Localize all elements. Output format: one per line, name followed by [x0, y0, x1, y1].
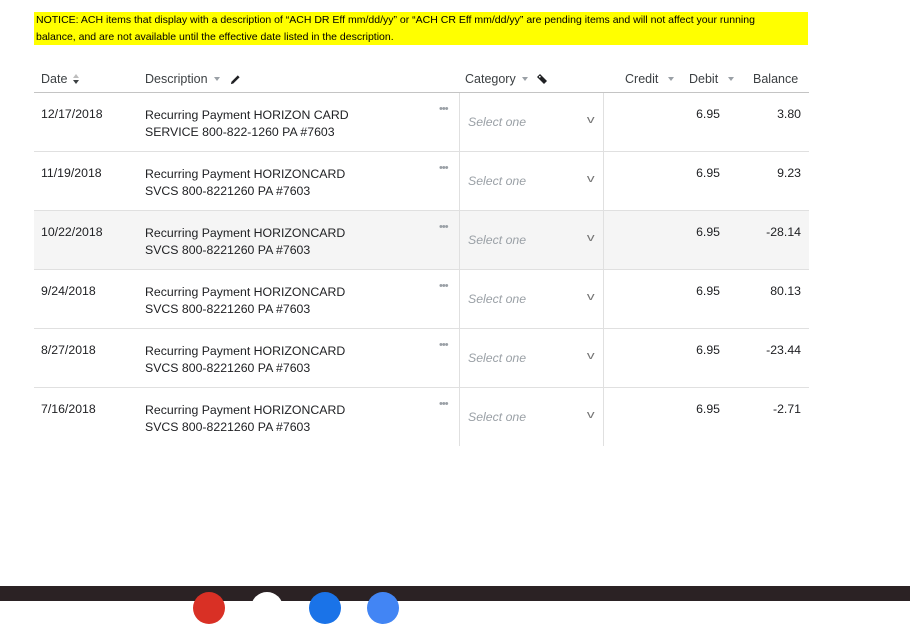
dock-app-icon[interactable] — [251, 592, 283, 624]
category-filter-caret-icon[interactable] — [521, 77, 528, 81]
category-select[interactable]: Select one v — [459, 211, 604, 269]
tag-icon[interactable] — [536, 73, 548, 85]
transaction-date: 11/19/2018 — [41, 166, 102, 180]
table-row[interactable]: 7/16/2018 Recurring Payment HORIZONCARD … — [34, 388, 809, 446]
category-placeholder: Select one — [468, 233, 527, 247]
description-line-1: Recurring Payment HORIZONCARD — [145, 167, 346, 181]
dock-app-icon[interactable] — [367, 592, 399, 624]
debit-amount: 6.95 — [696, 343, 720, 357]
description-filter-caret-icon[interactable] — [213, 77, 220, 81]
balance-header-label: Balance — [753, 72, 799, 86]
transaction-description: Recurring Payment HORIZONCARD SVCS 800-8… — [145, 284, 345, 318]
debit-amount: 6.95 — [696, 107, 720, 121]
balance-column-header: Balance — [753, 72, 798, 86]
transaction-date: 8/27/2018 — [41, 343, 96, 357]
debit-amount: 6.95 — [696, 284, 720, 298]
notice-line-2: balance, and are not available until the… — [36, 31, 394, 43]
debit-amount: 6.95 — [696, 402, 720, 416]
notice-line-1: NOTICE: ACH items that display with a de… — [36, 14, 755, 26]
transaction-description: Recurring Payment HORIZONCARD SVCS 800-8… — [145, 225, 345, 259]
chevron-down-icon: v — [586, 350, 595, 362]
credit-header-label: Credit — [625, 72, 659, 86]
balance-amount: 9.23 — [777, 166, 801, 180]
transaction-date: 12/17/2018 — [41, 107, 103, 121]
balance-amount: -2.71 — [772, 402, 801, 416]
transaction-date: 9/24/2018 — [41, 284, 96, 298]
description-line-1: Recurring Payment HORIZON CARD — [145, 108, 349, 122]
pending-ach-notice: NOTICE: ACH items that display with a de… — [34, 12, 808, 45]
debit-header-label: Debit — [689, 72, 719, 86]
balance-amount: 3.80 — [777, 107, 801, 121]
description-line-2: SVCS 800-8221260 PA #7603 — [145, 302, 311, 316]
transactions-table: Date Description Category Credit Debit B… — [34, 60, 809, 446]
category-select[interactable]: Select one v — [459, 93, 604, 151]
table-row[interactable]: 12/17/2018 Recurring Payment HORIZON CAR… — [34, 93, 809, 152]
category-select[interactable]: Select one v — [459, 329, 604, 387]
category-placeholder: Select one — [468, 174, 527, 188]
description-line-2: SVCS 800-8221260 PA #7603 — [145, 361, 311, 375]
chevron-down-icon: v — [586, 291, 595, 303]
description-line-2: SERVICE 800-822-1260 PA #7603 — [145, 125, 335, 139]
transaction-description: Recurring Payment HORIZON CARD SERVICE 8… — [145, 107, 349, 141]
description-header-label: Description — [145, 72, 208, 86]
description-column-header[interactable]: Description — [145, 72, 241, 86]
transaction-date: 7/16/2018 — [41, 402, 96, 416]
category-select[interactable]: Select one v — [459, 152, 604, 210]
balance-amount: -28.14 — [766, 225, 801, 239]
dock-app-icon[interactable] — [309, 592, 341, 624]
date-header-label: Date — [41, 72, 68, 86]
category-column-header[interactable]: Category — [465, 72, 548, 86]
table-row[interactable]: 9/24/2018 Recurring Payment HORIZONCARD … — [34, 270, 809, 329]
transaction-description: Recurring Payment HORIZONCARD SVCS 800-8… — [145, 166, 345, 200]
credit-filter-caret-icon[interactable] — [668, 77, 675, 81]
more-options-icon[interactable]: ••• — [439, 162, 449, 174]
transaction-description: Recurring Payment HORIZONCARD SVCS 800-8… — [145, 402, 345, 436]
date-column-header[interactable]: Date — [41, 72, 80, 86]
credit-column-header[interactable]: Credit — [625, 72, 675, 86]
debit-column-header[interactable]: Debit — [689, 72, 735, 86]
table-header: Date Description Category Credit Debit B… — [34, 60, 809, 93]
more-options-icon[interactable]: ••• — [439, 339, 449, 351]
category-select[interactable]: Select one v — [459, 388, 604, 446]
pencil-icon[interactable] — [230, 74, 241, 85]
category-select[interactable]: Select one v — [459, 270, 604, 328]
os-taskbar — [0, 586, 910, 601]
chevron-down-icon: v — [586, 114, 595, 126]
chevron-down-icon: v — [586, 409, 595, 421]
category-header-label: Category — [465, 72, 516, 86]
more-options-icon[interactable]: ••• — [439, 103, 449, 115]
category-placeholder: Select one — [468, 292, 527, 306]
table-row[interactable]: 8/27/2018 Recurring Payment HORIZONCARD … — [34, 329, 809, 388]
debit-amount: 6.95 — [696, 225, 720, 239]
description-line-1: Recurring Payment HORIZONCARD — [145, 344, 346, 358]
description-line-2: SVCS 800-8221260 PA #7603 — [145, 420, 311, 434]
category-placeholder: Select one — [468, 351, 527, 365]
dock-app-icon[interactable] — [193, 592, 225, 624]
table-row[interactable]: 10/22/2018 Recurring Payment HORIZONCARD… — [34, 211, 809, 270]
more-options-icon[interactable]: ••• — [439, 221, 449, 233]
debit-amount: 6.95 — [696, 166, 720, 180]
table-row[interactable]: 11/19/2018 Recurring Payment HORIZONCARD… — [34, 152, 809, 211]
chevron-down-icon: v — [586, 232, 595, 244]
category-placeholder: Select one — [468, 410, 527, 424]
description-line-2: SVCS 800-8221260 PA #7603 — [145, 184, 311, 198]
more-options-icon[interactable]: ••• — [439, 280, 449, 292]
transaction-description: Recurring Payment HORIZONCARD SVCS 800-8… — [145, 343, 345, 377]
category-placeholder: Select one — [468, 115, 527, 129]
transaction-date: 10/22/2018 — [41, 225, 103, 239]
more-options-icon[interactable]: ••• — [439, 398, 449, 410]
sort-icon[interactable] — [73, 74, 80, 84]
description-line-1: Recurring Payment HORIZONCARD — [145, 285, 346, 299]
description-line-1: Recurring Payment HORIZONCARD — [145, 403, 346, 417]
description-line-1: Recurring Payment HORIZONCARD — [145, 226, 346, 240]
balance-amount: -23.44 — [766, 343, 801, 357]
debit-filter-caret-icon[interactable] — [728, 77, 735, 81]
description-line-2: SVCS 800-8221260 PA #7603 — [145, 243, 311, 257]
balance-amount: 80.13 — [770, 284, 801, 298]
chevron-down-icon: v — [586, 173, 595, 185]
